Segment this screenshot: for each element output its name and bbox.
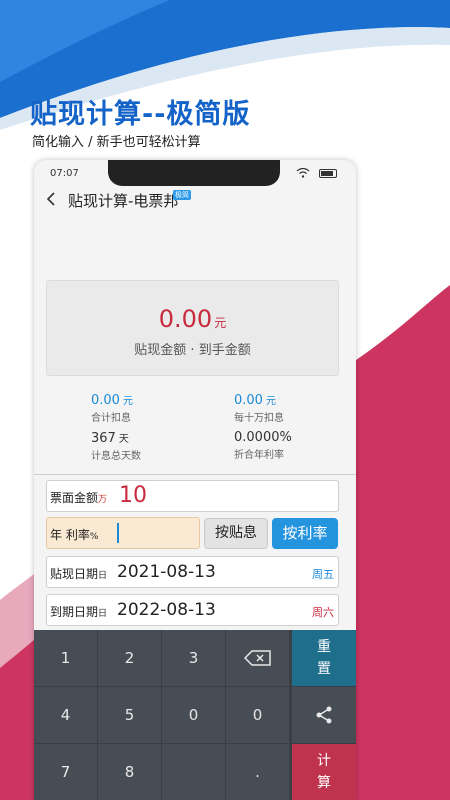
key-2[interactable]: 2 [98, 630, 161, 686]
per-100k-value: 0.00 [234, 393, 263, 408]
reset-key-char-2: 置 [317, 661, 331, 677]
discount-date-field[interactable]: 贴现日期日 2021-08-13 周五 [46, 556, 339, 588]
due-date-value[interactable]: 2022-08-13 [117, 600, 216, 620]
face-value-label: 票面金额万 [50, 491, 108, 505]
backspace-key[interactable] [226, 630, 289, 686]
per-100k-unit: 元 [265, 396, 276, 407]
calculate-key[interactable]: 计 算 [292, 744, 356, 800]
result-panel: 0.00 元 贴现金额 · 到手金额 [46, 280, 339, 376]
key-5[interactable]: 5 [98, 687, 161, 743]
stat-total-days: 367 天 计息总天数 [91, 430, 141, 462]
total-days-unit: 天 [118, 434, 129, 445]
share-key[interactable] [292, 687, 356, 743]
by-discount-button[interactable]: 按贴息 [204, 518, 268, 549]
annual-rate-value: 0.0000% [234, 430, 292, 445]
discount-amount: 0.00 元 [47, 305, 338, 333]
reset-key-char-1: 重 [317, 639, 331, 655]
per-100k-label: 每十万扣息 [234, 413, 284, 424]
rate-field[interactable]: 年 利率% [46, 517, 200, 549]
back-arrow-icon[interactable] [44, 190, 58, 208]
key-0-alt[interactable]: 0 [226, 687, 289, 743]
reset-key[interactable]: 重 置 [292, 630, 356, 686]
key-0[interactable]: 0 [162, 687, 225, 743]
promo-subtitle: 简化输入 / 新手也可轻松计算 [32, 135, 201, 150]
face-value-field[interactable]: 票面金额万 10 [46, 480, 339, 512]
total-interest-label: 合计扣息 [91, 413, 131, 424]
text-cursor [117, 523, 119, 543]
phone-frame: 07:07 贴现计算-电票邦 极简 0.00 元 贴现金额 · 到手金额 0.00… [34, 160, 356, 800]
discount-date-value[interactable]: 2021-08-13 [117, 562, 216, 582]
stat-annual-rate: 0.0000% 折合年利率 [234, 430, 292, 461]
rate-label: 年 利率% [50, 528, 99, 542]
key-decimal[interactable]: . [226, 744, 289, 800]
key-1[interactable]: 1 [34, 630, 97, 686]
total-interest-unit: 元 [122, 396, 133, 407]
section-divider [34, 474, 356, 475]
key-7[interactable]: 7 [34, 744, 97, 800]
numeric-keypad: 1 2 3 重 置 4 5 0 0 7 8 . 计 算 [34, 630, 356, 800]
stat-per-100k-interest: 0.00 元 每十万扣息 [234, 392, 284, 424]
share-icon [316, 706, 332, 724]
total-interest-value: 0.00 [91, 393, 120, 408]
backspace-icon [243, 650, 271, 666]
phone-notch [108, 160, 280, 186]
total-days-label: 计息总天数 [91, 451, 141, 462]
wifi-icon [296, 168, 310, 178]
key-8[interactable]: 8 [98, 744, 161, 800]
calculate-key-char-1: 计 [317, 753, 331, 769]
discount-amount-value: 0.00 [158, 305, 213, 333]
annual-rate-label: 折合年利率 [234, 450, 284, 461]
simple-badge: 极简 [173, 190, 191, 200]
due-date-field[interactable]: 到期日期日 2022-08-13 周六 [46, 594, 339, 626]
calculate-key-char-2: 算 [317, 775, 331, 791]
stat-total-interest: 0.00 元 合计扣息 [91, 392, 133, 424]
battery-icon [319, 169, 337, 178]
due-date-label: 到期日期日 [50, 605, 108, 619]
discount-amount-label: 贴现金额 · 到手金额 [134, 343, 251, 358]
discount-amount-unit: 元 [214, 316, 227, 330]
app-title: 贴现计算-电票邦 [68, 192, 179, 210]
key-4[interactable]: 4 [34, 687, 97, 743]
key-3[interactable]: 3 [162, 630, 225, 686]
status-time: 07:07 [50, 168, 79, 179]
discount-date-weekday: 周五 [312, 568, 334, 581]
due-date-weekday: 周六 [312, 606, 334, 619]
key-blank[interactable] [162, 744, 225, 800]
total-days-value: 367 [91, 431, 116, 446]
face-value-input[interactable]: 10 [119, 483, 147, 508]
by-rate-button[interactable]: 按利率 [272, 518, 338, 549]
promo-title: 贴现计算--极简版 [30, 99, 251, 130]
discount-date-label: 贴现日期日 [50, 567, 108, 581]
